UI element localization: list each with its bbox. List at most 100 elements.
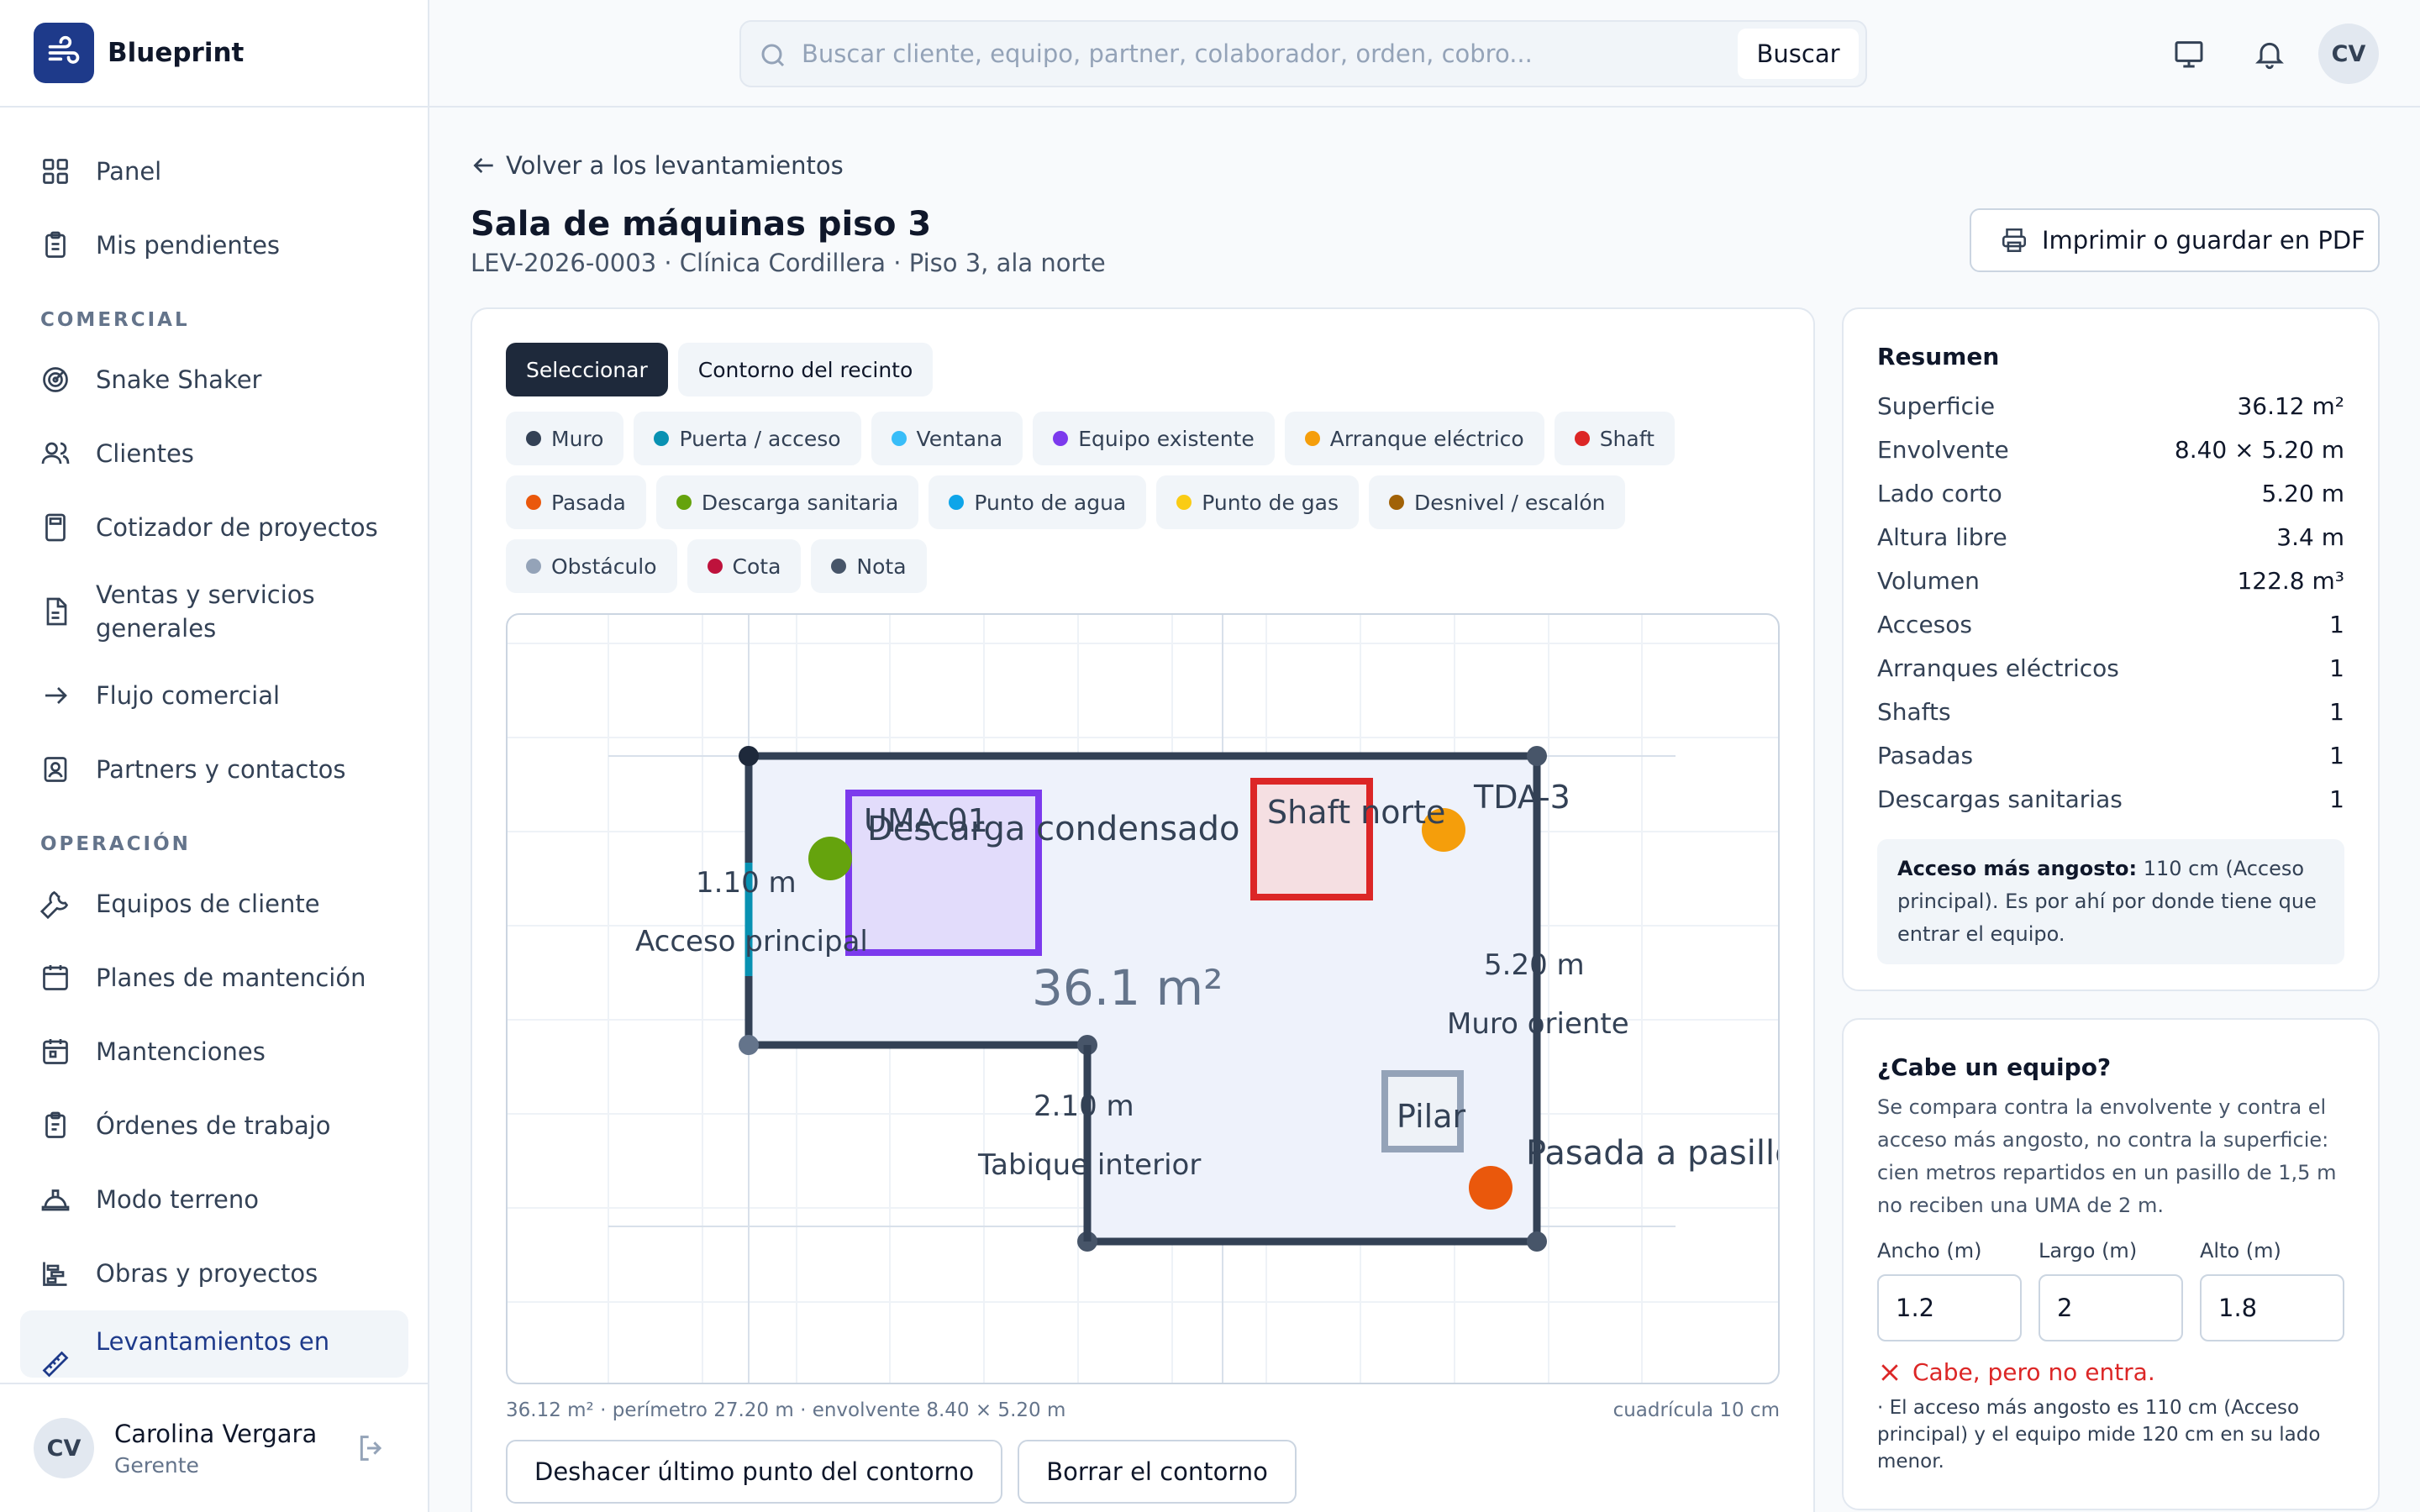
- tool-label: Shaft: [1599, 426, 1655, 451]
- summary-key: Superficie: [1877, 391, 1996, 420]
- target-icon: [43, 367, 68, 392]
- sidebar-item-label: Snake Shaker: [96, 365, 262, 394]
- tool-dot: [526, 559, 541, 574]
- summary-row: Arranques eléctricos 1: [1877, 646, 2344, 690]
- canvas-footer: 36.12 m² · perímetro 27.20 m · envolvent…: [506, 1399, 1780, 1421]
- tool-dot: [676, 495, 692, 510]
- mode-select-button[interactable]: Seleccionar: [506, 343, 668, 396]
- vertex-handle[interactable]: [739, 1035, 759, 1055]
- tool-descarga[interactable]: Descarga sanitaria: [655, 475, 919, 529]
- clear-outline-button[interactable]: Borrar el contorno: [1018, 1440, 1297, 1504]
- height-input[interactable]: [2200, 1274, 2344, 1341]
- vertex-handle[interactable]: [1527, 1231, 1547, 1252]
- sidebar-item-label: Mis pendientes: [96, 231, 281, 260]
- logout-icon[interactable]: [355, 1431, 388, 1465]
- sidebar-item-label: Flujo comercial: [96, 681, 281, 710]
- sidebar-item-label: Ventas y servicios generales: [96, 580, 315, 643]
- tool-dot: [831, 559, 847, 574]
- user-profile[interactable]: CV Carolina Vergara Gerente: [0, 1383, 428, 1512]
- fit-title: ¿Cabe un equipo?: [1877, 1053, 2112, 1081]
- tool-desnivel[interactable]: Desnivel / escalón: [1369, 475, 1626, 529]
- calculator-icon: [45, 513, 66, 542]
- tool-arranque[interactable]: Arranque eléctrico: [1284, 412, 1544, 465]
- sidebar-item-levantamientos[interactable]: Levantamientos en: [20, 1310, 408, 1378]
- sidebar-item-partners[interactable]: Partners y contactos: [20, 732, 408, 806]
- tool-dot: [1176, 495, 1192, 510]
- tool-ventana[interactable]: Ventana: [871, 412, 1023, 465]
- tool-muro[interactable]: Muro: [506, 412, 624, 465]
- back-link-label: Volver a los levantamientos: [506, 151, 844, 180]
- tool-palette-row-3: Obstáculo Cota Nota: [506, 539, 927, 593]
- sidebar-item-cotizador[interactable]: Cotizador de proyectos: [20, 491, 408, 564]
- sidebar-item-ventas[interactable]: Ventas y servicios generales: [20, 564, 408, 659]
- tool-cota[interactable]: Cota: [687, 539, 802, 593]
- tool-shaft[interactable]: Shaft: [1554, 412, 1675, 465]
- summary-key: Pasadas: [1877, 741, 1974, 769]
- grid-icon: [43, 159, 68, 184]
- pass-point[interactable]: [1469, 1166, 1512, 1210]
- bell-icon[interactable]: [2253, 37, 2286, 71]
- tool-equipo[interactable]: Equipo existente: [1033, 412, 1275, 465]
- vertex-handle[interactable]: [1527, 746, 1547, 766]
- sidebar-item-label: Mantenciones: [96, 1037, 266, 1066]
- sidebar-item-label: Planes de mantención: [96, 963, 366, 992]
- height-label: Alto (m): [2200, 1239, 2281, 1263]
- sidebar-item-snake-shaker[interactable]: Snake Shaker: [20, 343, 408, 417]
- tool-pasada[interactable]: Pasada: [506, 475, 646, 529]
- sidebar-item-panel[interactable]: Panel: [20, 134, 408, 208]
- summary-row: Shafts 1: [1877, 690, 2344, 733]
- tool-puerta[interactable]: Puerta / acceso: [634, 412, 861, 465]
- sidebar-item-ordenes[interactable]: Órdenes de trabajo: [20, 1089, 408, 1163]
- sidebar-item-modo-terreno[interactable]: Modo terreno: [20, 1163, 408, 1236]
- hard-hat-icon: [41, 1189, 70, 1211]
- note-heading: Acceso más angosto:: [1897, 857, 2138, 880]
- tool-label: Pasada: [551, 490, 626, 515]
- sidebar-item-equipos[interactable]: Equipos de cliente: [20, 867, 408, 941]
- tool-label: Punto de agua: [974, 490, 1127, 515]
- tool-agua[interactable]: Punto de agua: [929, 475, 1147, 529]
- search-input[interactable]: [802, 34, 1726, 74]
- width-label: Ancho (m): [1877, 1239, 1982, 1263]
- tool-dot: [1389, 495, 1405, 510]
- user-avatar-button[interactable]: CV: [2318, 24, 2379, 84]
- tool-label: Descarga sanitaria: [701, 490, 899, 515]
- summary-value: 1: [2329, 697, 2344, 726]
- outline-actions: Deshacer último punto del contorno Borra…: [506, 1440, 1297, 1504]
- tool-gas[interactable]: Punto de gas: [1156, 475, 1360, 529]
- search-button[interactable]: Buscar: [1738, 29, 1859, 79]
- plan-canvas[interactable]: 36.1 m² 1.10 m Acceso principal UMA-01 D…: [506, 613, 1780, 1384]
- sidebar-item-planes[interactable]: Planes de mantención: [20, 941, 408, 1015]
- sidebar-item-mis-pendientes[interactable]: Mis pendientes: [20, 208, 408, 282]
- length-input[interactable]: [2039, 1274, 2183, 1341]
- app-name: Blueprint: [108, 38, 245, 68]
- tool-obstaculo[interactable]: Obstáculo: [506, 539, 677, 593]
- width-input[interactable]: [1877, 1274, 2022, 1341]
- sidebar-section-operacion: OPERACIÓN: [40, 833, 191, 855]
- summary-key: Volumen: [1877, 566, 1980, 595]
- length-label: Largo (m): [2039, 1239, 2138, 1263]
- sidebar-item-label: Partners y contactos: [96, 755, 346, 784]
- back-link[interactable]: Volver a los levantamientos: [471, 151, 844, 180]
- monitor-icon[interactable]: [2172, 37, 2206, 71]
- calendar-icon: [43, 1039, 68, 1064]
- mode-outline-button[interactable]: Contorno del recinto: [677, 343, 934, 396]
- sidebar-item-mantenciones[interactable]: Mantenciones: [20, 1015, 408, 1089]
- sidebar-item-clientes[interactable]: Clientes: [20, 417, 408, 491]
- arrow-left-icon: [473, 158, 493, 173]
- plan-drawing[interactable]: 36.1 m² 1.10 m Acceso principal UMA-01 D…: [508, 615, 1780, 1384]
- print-pdf-button[interactable]: Imprimir o guardar en PDF: [1970, 208, 2380, 272]
- tool-label: Ventana: [916, 426, 1003, 451]
- summary-key: Arranques eléctricos: [1877, 654, 2119, 682]
- undo-point-button[interactable]: Deshacer último punto del contorno: [506, 1440, 1003, 1504]
- clipboard-list-icon: [45, 1111, 66, 1138]
- brand[interactable]: Blueprint: [0, 0, 428, 108]
- wrench-icon: [40, 890, 69, 919]
- ruler-icon: [42, 1351, 69, 1378]
- sidebar-item-flujo-comercial[interactable]: Flujo comercial: [20, 659, 408, 732]
- summary-value: 122.8 m³: [2237, 566, 2344, 595]
- summary-key: Lado corto: [1877, 479, 2002, 507]
- tool-nota[interactable]: Nota: [811, 539, 927, 593]
- sidebar-item-obras[interactable]: Obras y proyectos: [20, 1236, 408, 1310]
- vertex-handle[interactable]: [739, 746, 759, 766]
- drain-point[interactable]: [808, 837, 852, 880]
